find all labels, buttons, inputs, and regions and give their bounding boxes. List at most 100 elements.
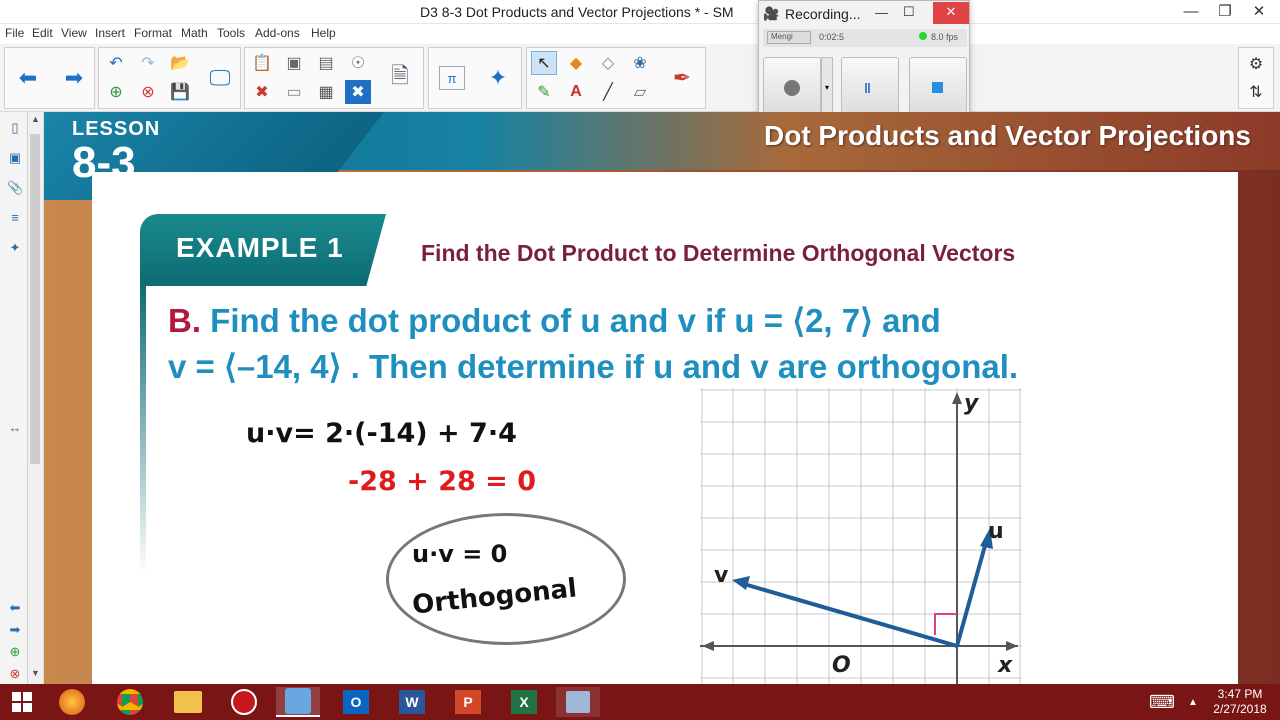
paste-icon[interactable]: 📋 [249, 51, 275, 75]
menu-math[interactable]: Math [181, 26, 208, 40]
display-icon[interactable]: 🖵 [203, 58, 237, 98]
vector-v-arrow-icon [732, 576, 750, 590]
origin-label: O [832, 653, 851, 678]
previous-page-icon[interactable]: ⬅ [11, 58, 45, 98]
delete-page-icon[interactable]: ⊗ [135, 80, 161, 104]
taskbar-word[interactable]: W [390, 687, 434, 717]
maximize-button[interactable]: ❐ [1208, 0, 1242, 24]
tray-expand[interactable]: ▲ [1182, 687, 1204, 717]
menu-view[interactable]: View [61, 26, 87, 40]
frame-rate: 8.0 fps [931, 32, 959, 42]
eraser-tool-icon[interactable]: ▱ [627, 80, 653, 104]
taskbar-firefox[interactable] [50, 687, 94, 717]
gallery-icon[interactable]: ▣ [7, 150, 23, 166]
start-button[interactable] [0, 687, 44, 717]
eraser-icon[interactable]: ◇ [595, 51, 621, 75]
recorder-maximize-button[interactable]: ☐ [903, 4, 915, 20]
math-tools-icon[interactable]: π [439, 66, 465, 90]
status-dot-icon [919, 32, 927, 40]
add-page-icon[interactable]: ⊕ [103, 80, 129, 104]
powerpoint-icon: P [455, 690, 481, 714]
resize-icon[interactable]: ↔ [7, 420, 23, 436]
word-icon: W [399, 690, 425, 714]
next-page-icon[interactable]: ➡ [57, 58, 91, 98]
table-icon[interactable]: ▦ [313, 80, 339, 104]
record-button[interactable] [763, 57, 821, 117]
scroll-thumb[interactable] [30, 134, 40, 464]
x-axis-arrow-icon [1006, 641, 1018, 651]
main-toolbar: ⬅ ➡ ↶ ↷ 📂 ⊕ ⊗ 💾 🖵 📋 ▣ ▤ ☉ ✖ ▭ ▦ ✖ 🗎 π ✦ … [0, 44, 1280, 112]
taskbar-file-explorer[interactable] [166, 687, 210, 717]
shapes-icon[interactable]: ◆ [563, 51, 589, 75]
select-icon[interactable]: ↖ [531, 51, 557, 75]
add-ons-icon[interactable]: ✦ [481, 58, 515, 98]
menu-file[interactable]: File [5, 26, 24, 40]
sidebar-prev-icon[interactable]: ⬅ [7, 600, 23, 616]
menu-tools[interactable]: Tools [217, 26, 245, 40]
math-group: π ✦ [428, 47, 522, 109]
page-sorter-icon[interactable]: ▯ [7, 120, 23, 136]
taskbar-smart-notebook[interactable] [276, 687, 320, 717]
close-ink-icon[interactable]: ✖ [345, 80, 371, 104]
menu-edit[interactable]: Edit [32, 26, 53, 40]
folder-icon [174, 691, 202, 713]
sidebar-next-icon[interactable]: ➡ [7, 622, 23, 638]
whiteboard-canvas[interactable]: LESSON 8-3 Dot Products and Vector Proje… [44, 112, 1280, 684]
tools-group: ↖ ◆ ◇ ❀ ✎ A ╱ ▱ ✒ [526, 47, 706, 109]
menu-help[interactable]: Help [311, 26, 336, 40]
addons-tab-icon[interactable]: ✦ [7, 240, 23, 256]
taskbar-app[interactable] [222, 687, 266, 717]
recorder-close-button[interactable]: ✕ [933, 2, 969, 24]
vector-u [955, 541, 988, 647]
screen-capture-icon[interactable]: ▣ [281, 51, 307, 75]
y-axis-arrow-icon [952, 392, 962, 404]
taskbar-excel[interactable]: X [502, 687, 546, 717]
save-icon[interactable]: 💾 [167, 80, 193, 104]
record-options-chevron-icon[interactable]: ▾ [821, 57, 833, 117]
audio-source-select[interactable]: Mengi [767, 31, 811, 44]
magnifier-icon[interactable]: ☉ [345, 51, 371, 75]
sidebar-delete-icon[interactable]: ⊗ [7, 666, 23, 682]
keyboard-tray[interactable]: ⌨ [1142, 687, 1182, 717]
undo-icon[interactable]: ↶ [103, 51, 129, 75]
nav-group: ⬅ ➡ [4, 47, 95, 109]
recorder-minimize-button[interactable]: — [875, 5, 888, 20]
stop-button[interactable] [909, 57, 967, 117]
open-folder-icon[interactable]: 📂 [167, 51, 193, 75]
fill-icon[interactable]: ❀ [627, 51, 653, 75]
screen-shade-icon[interactable]: ▤ [313, 51, 339, 75]
scroll-up-icon[interactable]: ▲ [31, 114, 40, 124]
delete-icon[interactable]: ✖ [249, 80, 275, 104]
taskbar-recorder[interactable] [556, 687, 600, 717]
text-icon[interactable]: A [563, 80, 589, 104]
taskbar-outlook[interactable]: O [334, 687, 378, 717]
attachments-icon[interactable]: 📎 [7, 180, 23, 196]
magic-pen-icon[interactable]: ✒ [665, 58, 699, 98]
toolbar-move-icon[interactable]: ⇅ [1243, 80, 1269, 104]
document-camera-icon[interactable]: ▭ [281, 80, 307, 104]
edit-group: 📋 ▣ ▤ ☉ ✖ ▭ ▦ ✖ 🗎 [244, 47, 424, 109]
clock-date: 2/27/2018 [1213, 702, 1267, 716]
vector-v-label: v [714, 563, 729, 588]
app-icon [231, 689, 257, 715]
line-icon[interactable]: ╱ [595, 80, 621, 104]
scroll-down-icon[interactable]: ▼ [31, 668, 40, 678]
pause-button[interactable]: ‖ [841, 57, 899, 117]
taskbar-chrome[interactable] [108, 687, 152, 717]
document-icon[interactable]: 🗎 [383, 58, 417, 98]
pens-icon[interactable]: ✎ [531, 80, 557, 104]
taskbar-clock[interactable]: 3:47 PM 2/27/2018 [1208, 687, 1272, 717]
menu-addons[interactable]: Add-ons [255, 26, 300, 40]
sidebar-add-icon[interactable]: ⊕ [7, 644, 23, 660]
close-button[interactable]: ✕ [1242, 0, 1276, 24]
redo-icon[interactable]: ↷ [135, 51, 161, 75]
menu-insert[interactable]: Insert [95, 26, 125, 40]
vertical-scrollbar[interactable]: ▲ ▼ [28, 112, 44, 684]
menu-format[interactable]: Format [134, 26, 172, 40]
taskbar-powerpoint[interactable]: P [446, 687, 490, 717]
problem-line-2: v = ⟨–14, 4⟩ . Then determine if u and v… [168, 348, 1019, 385]
right-angle-marker [934, 613, 957, 635]
gear-icon[interactable]: ⚙ [1243, 52, 1269, 76]
minimize-button[interactable]: — [1174, 0, 1208, 24]
properties-icon[interactable]: ≡ [7, 210, 23, 226]
